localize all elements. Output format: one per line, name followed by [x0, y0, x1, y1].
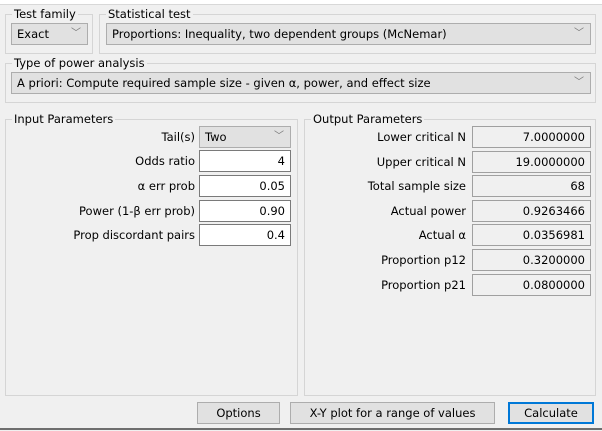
- bottom-border: [0, 428, 602, 430]
- upper-critical-n-value: 19.0000000: [472, 150, 591, 173]
- prop-discordant-label: Prop discordant pairs: [73, 228, 195, 242]
- upper-critical-n-label: Upper critical N: [376, 154, 466, 169]
- options-button[interactable]: Options: [197, 402, 280, 424]
- chevron-down-icon: ﹀: [574, 28, 584, 39]
- proportion-p12-label: Proportion p12: [381, 253, 466, 267]
- tails-value: Two: [205, 130, 227, 144]
- power-label: Power (1-β err prob): [79, 204, 195, 218]
- power-analysis-label: Type of power analysis: [12, 56, 147, 70]
- odds-ratio-input[interactable]: 4: [199, 150, 291, 172]
- input-parameters-title: Input Parameters: [12, 112, 116, 126]
- calculate-button[interactable]: Calculate: [508, 402, 594, 424]
- chevron-down-icon: ﹀: [274, 131, 284, 142]
- test-family-select[interactable]: Exact ﹀: [11, 23, 88, 45]
- actual-power-value: 0.9263466: [472, 199, 591, 222]
- total-sample-size-label: Total sample size: [367, 179, 466, 194]
- total-sample-size-value: 68: [472, 175, 591, 198]
- actual-alpha-value: 0.0356981: [472, 224, 591, 247]
- statistical-test-label: Statistical test: [106, 7, 193, 21]
- chevron-down-icon: ﹀: [71, 28, 81, 39]
- top-strip: [0, 0, 602, 5]
- tails-select[interactable]: Two ﹀: [199, 126, 291, 148]
- test-family-label: Test family: [12, 7, 78, 21]
- alpha-input[interactable]: 0.05: [199, 175, 291, 197]
- alpha-label: α err prob: [137, 179, 195, 193]
- proportion-p21-value: 0.0800000: [472, 273, 591, 296]
- power-analysis-value: A priori: Compute required sample size -…: [17, 76, 431, 90]
- power-input[interactable]: 0.90: [199, 200, 291, 222]
- output-parameters-title: Output Parameters: [311, 112, 425, 126]
- lower-critical-n-label: Lower critical N: [377, 130, 466, 144]
- actual-alpha-label: Actual α: [418, 228, 466, 243]
- odds-ratio-label: Odds ratio: [135, 154, 195, 168]
- lower-critical-n-value: 7.0000000: [472, 126, 591, 148]
- statistical-test-value: Proportions: Inequality, two dependent g…: [112, 27, 447, 41]
- actual-power-label: Actual power: [390, 203, 466, 218]
- statistical-test-select[interactable]: Proportions: Inequality, two dependent g…: [106, 23, 591, 45]
- power-analysis-select[interactable]: A priori: Compute required sample size -…: [11, 72, 591, 94]
- proportion-p21-label: Proportion p21: [381, 277, 466, 292]
- xy-plot-button[interactable]: X-Y plot for a range of values: [290, 402, 495, 424]
- tails-label: Tail(s): [161, 130, 195, 144]
- chevron-down-icon: ﹀: [574, 77, 584, 88]
- prop-discordant-input[interactable]: 0.4: [199, 224, 291, 246]
- test-family-value: Exact: [17, 27, 49, 41]
- proportion-p12-value: 0.3200000: [472, 249, 591, 271]
